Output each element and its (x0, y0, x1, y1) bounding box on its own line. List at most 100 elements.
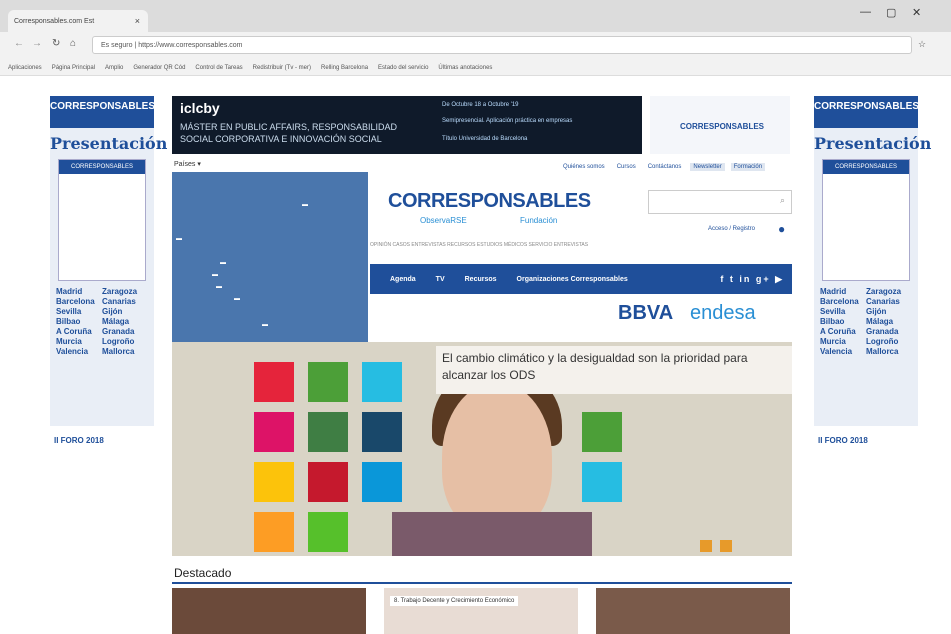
city: Granada (102, 327, 135, 336)
city: Zaragoza (866, 287, 902, 296)
person-body (392, 512, 592, 556)
city: Barcelona (820, 297, 859, 306)
secondary-nav[interactable]: OPINIÓN CASOS ENTREVISTAS RECURSOS ESTUD… (370, 242, 588, 248)
city: A Coruña (56, 327, 92, 336)
flag-icon[interactable]: ▬ (216, 284, 222, 290)
featured-thumb[interactable]: 8. Trabajo Decente y Crecimiento Económi… (384, 588, 578, 634)
city: Logroño (866, 337, 899, 346)
ad-line-1: MÁSTER EN PUBLIC AFFAIRS, RESPONSABILIDA… (180, 122, 398, 132)
sdg-tile (308, 362, 348, 402)
sdg-tile (254, 362, 294, 402)
browser-tab[interactable]: Corresponsables.com Est × (8, 10, 148, 32)
bookmark[interactable]: Últimas anotaciones (438, 65, 492, 71)
city: Valencia (56, 347, 89, 356)
bookmarks-bar: Aplicaciones Página Principal Amplio Gen… (0, 60, 951, 76)
nav-formacion[interactable]: Formación (730, 163, 766, 171)
featured-thumb[interactable] (596, 588, 790, 634)
nav-newsletter[interactable]: Newsletter (690, 163, 725, 171)
side-brand: CORRESPONSABLES (814, 96, 919, 128)
login-link[interactable]: Acceso / Registro (708, 226, 755, 232)
master-ad-banner[interactable]: iclcby MÁSTER EN PUBLIC AFFAIRS, RESPONS… (172, 96, 642, 154)
nav-organizaciones[interactable]: Organizaciones Corresponsables (517, 276, 628, 283)
paises-label: Países (174, 161, 196, 168)
flag-icon[interactable]: ▬ (220, 260, 226, 266)
thumb-label: 8. Trabajo Decente y Crecimiento Económi… (390, 596, 519, 606)
bookmark[interactable]: Redistribuir (Tv - mer) (253, 65, 311, 71)
nav-recursos[interactable]: Recursos (465, 276, 497, 283)
bookmark[interactable]: Relling Barcelona (321, 65, 368, 71)
back-icon[interactable]: ← (14, 38, 24, 49)
magazine-header: CORRESPONSABLES (823, 160, 909, 174)
bookmark[interactable]: Aplicaciones (8, 65, 42, 71)
home-icon[interactable]: ⌂ (70, 38, 76, 49)
right-side-banner[interactable]: CORRESPONSABLES Presentación CORRESPONSA… (814, 96, 932, 426)
bookmark[interactable]: Generador QR Cód (133, 65, 185, 71)
sdg-tile (362, 462, 402, 502)
bookmark[interactable]: Amplio (105, 65, 123, 71)
bookmark[interactable]: Estado del servicio (378, 65, 428, 71)
sdg-tile (582, 462, 622, 502)
minimize-icon[interactable]: — (860, 6, 871, 18)
city: Bilbao (820, 317, 845, 326)
logo-sub-fundacion: Fundación (520, 216, 558, 225)
maximize-icon[interactable]: ▢ (886, 6, 896, 19)
nav-tv[interactable]: TV (436, 276, 445, 283)
magazine-cover: CORRESPONSABLES (58, 159, 146, 281)
side-presentacion: Presentación (814, 134, 932, 153)
paises-dropdown[interactable]: Países ▾ (174, 160, 201, 168)
site-logo[interactable]: CORRESPONSABLES (388, 190, 591, 213)
foro-logo[interactable]: II FORO 2018 (54, 436, 134, 480)
city: Mallorca (866, 347, 899, 356)
ad-logo: iclcby (180, 100, 220, 116)
right-ad-text: CORRESPONSABLES (680, 122, 765, 131)
sdg-tile (362, 412, 402, 452)
flag-icon[interactable]: ▬ (212, 272, 218, 278)
slider-dot[interactable] (700, 540, 712, 552)
slider-dot[interactable] (720, 540, 732, 552)
side-presentacion: Presentación (50, 134, 168, 153)
bookmark[interactable]: Página Principal (52, 65, 95, 71)
search-input[interactable]: ⌕ (648, 190, 792, 214)
close-window-icon[interactable]: ✕ (912, 6, 921, 19)
city: Gijón (102, 307, 123, 316)
city: Mallorca (102, 347, 135, 356)
magazine-header: CORRESPONSABLES (59, 160, 145, 174)
foro-logo[interactable]: II FORO 2018 (818, 436, 898, 480)
forward-icon[interactable]: → (32, 38, 42, 49)
ad-right-2: Semipresencial. Aplicación práctica en e… (442, 118, 573, 124)
logo-sub-observarse: ObservaRSE (420, 216, 467, 225)
url-field[interactable]: Es seguro | https://www.corresponsables.… (92, 36, 912, 54)
featured-thumb[interactable] (172, 588, 366, 634)
search-icon[interactable]: ⌕ (780, 195, 785, 206)
social-icons[interactable]: f t in g+ ▶ (720, 274, 784, 285)
star-icon[interactable]: ☆ (918, 39, 926, 50)
bookmark[interactable]: Control de Tareas (195, 65, 242, 71)
nav-contacto[interactable]: Contáctanos (645, 163, 685, 171)
right-ad[interactable]: CORRESPONSABLES (650, 96, 790, 154)
city: Sevilla (56, 307, 82, 316)
sdg-tile (362, 362, 402, 402)
hero-caption[interactable]: El cambio climático y la desigualdad son… (436, 346, 792, 394)
person-face (442, 382, 552, 532)
reload-icon[interactable]: ↻ (52, 38, 60, 49)
city: Canarias (866, 297, 900, 306)
endesa-logo[interactable]: endesa (690, 302, 756, 325)
ad-right-3: Título Universidad de Barcelona (442, 136, 528, 142)
bbva-logo[interactable]: BBVA (618, 302, 673, 325)
nav-agenda[interactable]: Agenda (390, 276, 416, 283)
magazine-cover: CORRESPONSABLES (822, 159, 910, 281)
countries-map[interactable]: ▬ ▬ ▬ ▬ ▬ ▬ ▬ (172, 172, 368, 342)
user-icon[interactable]: ● (778, 222, 785, 236)
flag-icon[interactable]: ▬ (262, 322, 268, 328)
nav-quienes[interactable]: Quiénes somos (560, 163, 608, 171)
nav-cursos[interactable]: Cursos (614, 163, 639, 171)
flag-icon[interactable]: ▬ (176, 236, 182, 242)
city: Sevilla (820, 307, 846, 316)
flag-icon[interactable]: ▬ (302, 202, 308, 208)
sdg-tile (308, 512, 348, 552)
close-tab-icon[interactable]: × (135, 16, 140, 26)
side-brand: CORRESPONSABLES (50, 96, 155, 128)
left-side-banner[interactable]: CORRESPONSABLES Presentación CORRESPONSA… (50, 96, 168, 426)
city: Murcia (56, 337, 82, 346)
flag-icon[interactable]: ▬ (234, 296, 240, 302)
